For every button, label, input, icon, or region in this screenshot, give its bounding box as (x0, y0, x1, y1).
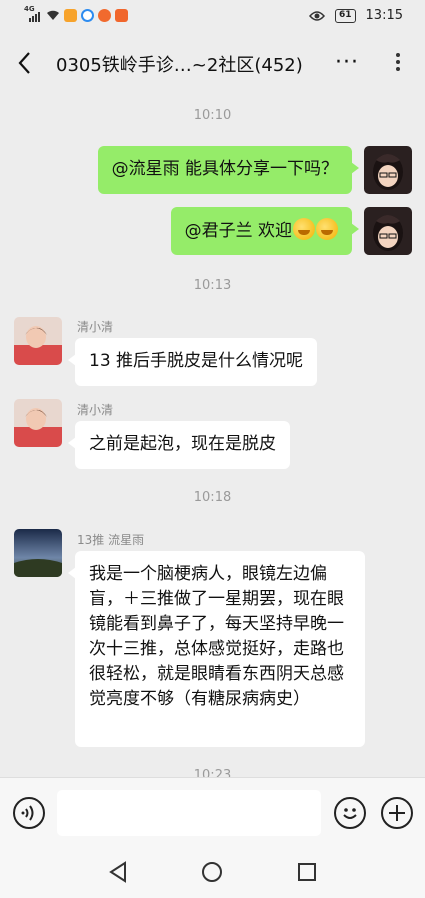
sender-avatar[interactable] (14, 529, 62, 577)
more-functions-button[interactable] (381, 797, 413, 829)
message-list[interactable]: 10:10 @流星雨 能具体分享一下吗？ @君子兰 欢迎 10:13 清小清 1… (0, 92, 425, 777)
eye-comfort-icon (309, 10, 325, 21)
message-text: 之前是起泡，现在是脱皮 (89, 434, 276, 454)
overflow-menu-icon[interactable] (390, 50, 406, 78)
sender-name: 清小清 (77, 320, 114, 334)
timestamp: 10:13 (193, 278, 232, 293)
message-text: @君子兰 欢迎 (184, 221, 292, 241)
emoji-icon (343, 808, 357, 819)
voice-input-button[interactable] (13, 797, 45, 829)
clock: 13:15 (365, 8, 403, 23)
voice-icon (21, 805, 34, 821)
taobao-app-icon (115, 8, 128, 22)
nav-back-icon[interactable] (108, 861, 128, 883)
message-bubble-outgoing[interactable]: @君子兰 欢迎 (170, 207, 360, 255)
chat-title: 0305铁岭手诊…~2社区(452) (56, 55, 303, 76)
system-nav-bar (0, 845, 425, 898)
sender-avatar[interactable] (14, 399, 62, 447)
message-text: 我是一个脑梗病人，眼镜左边偏盲，＋三推做了一星期罢，现在眼镜能看到鼻子了，每天坚… (89, 564, 344, 709)
status-right-icons: 61 13:15 (309, 8, 403, 23)
battery-indicator: 61 (335, 8, 356, 23)
message-bubble-incoming[interactable]: 我是一个脑梗病人，眼镜左边偏盲，＋三推做了一星期罢，现在眼镜能看到鼻子了，每天坚… (68, 551, 365, 747)
emoji-icon (293, 218, 315, 240)
input-bar (0, 777, 425, 845)
status-left-icons: 4G (24, 5, 128, 22)
back-arrow-icon[interactable] (14, 49, 36, 77)
my-avatar[interactable] (364, 207, 412, 255)
game-app-icon (98, 8, 111, 22)
sender-name: 13推 流星雨 (77, 533, 145, 547)
timestamp: 10:18 (193, 490, 232, 505)
emoji-button[interactable] (334, 797, 366, 829)
message-bubble-incoming[interactable]: 13 推后手脱皮是什么情况呢 (67, 338, 318, 386)
my-avatar[interactable] (364, 146, 412, 194)
timestamp: 10:10 (193, 108, 232, 123)
message-bubble-incoming[interactable]: 之前是起泡，现在是脱皮 (68, 421, 290, 469)
timestamp: 10:23 (193, 768, 232, 777)
video-app-icon (64, 8, 77, 22)
message-text: 13 推后手脱皮是什么情况呢 (89, 351, 304, 371)
browser-app-icon (81, 8, 94, 22)
sender-name: 清小清 (77, 403, 114, 417)
status-bar: 4G 61 13:15 (0, 0, 425, 34)
more-options-button[interactable]: ··· (335, 50, 359, 75)
emoji-icon (316, 218, 338, 240)
message-input[interactable] (57, 790, 321, 836)
message-bubble-outgoing[interactable]: @流星雨 能具体分享一下吗？ (97, 146, 360, 194)
message-text: @流星雨 能具体分享一下吗？ (111, 159, 338, 179)
cellular-signal-icon: 4G (24, 5, 42, 22)
sender-avatar[interactable] (14, 317, 62, 365)
nav-recents-icon[interactable] (297, 862, 317, 882)
wifi-icon (47, 10, 59, 20)
plus-icon (389, 805, 405, 821)
nav-home-icon[interactable] (201, 861, 223, 883)
chat-header: 0305铁岭手诊…~2社区(452) ··· (0, 34, 425, 92)
